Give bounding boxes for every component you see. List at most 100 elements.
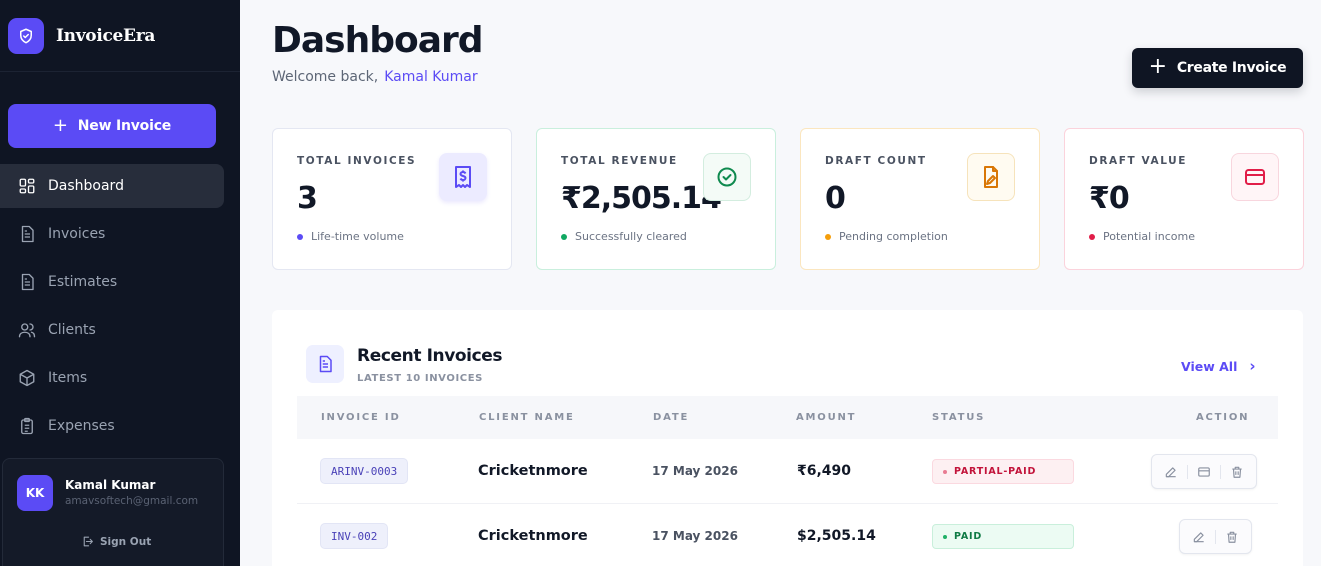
- stat-sub-text: Potential income: [1103, 230, 1195, 243]
- clipboard-icon: [21, 417, 33, 435]
- recent-invoices-panel: Recent Invoices LATEST 10 INVOICES View …: [272, 310, 1303, 566]
- stat-sub: Potential income: [1089, 230, 1195, 243]
- status-dot: [943, 534, 947, 539]
- panel-subtitle: LATEST 10 INVOICES: [357, 373, 483, 384]
- stat-sub: Pending completion: [825, 230, 948, 243]
- welcome-label: Welcome back,: [272, 69, 379, 85]
- document-icon: [21, 225, 34, 243]
- stat-card-total-invoices: TOTAL INVOICES 3 Life-time volume: [272, 128, 512, 270]
- column-header: CLIENT NAME: [479, 412, 575, 423]
- stat-sub-text: Successfully cleared: [575, 230, 687, 243]
- stat-sub: Successfully cleared: [561, 230, 687, 243]
- table-row[interactable]: INV-002 Cricketnmore 17 May 2026 $2,505.…: [297, 504, 1278, 566]
- panel-title: Recent Invoices: [357, 346, 503, 366]
- stat-card-draft-value: DRAFT VALUE ₹0 Potential income: [1064, 128, 1304, 270]
- user-card: KK Kamal Kumar amavsoftech@gmail.com Sig…: [2, 458, 224, 566]
- create-invoice-button[interactable]: + Create Invoice: [1132, 48, 1303, 88]
- sidebar-item-invoices[interactable]: Invoices: [0, 212, 224, 256]
- status-label: PARTIAL-PAID: [954, 466, 1037, 477]
- invoice-date: 17 May 2026: [652, 464, 738, 478]
- sidebar-item-items[interactable]: Items: [0, 356, 224, 400]
- status-dot: [825, 233, 831, 240]
- column-header: INVOICE ID: [321, 412, 401, 423]
- stat-sub-text: Life-time volume: [311, 230, 404, 243]
- document-icon: [21, 273, 34, 291]
- invoice-id[interactable]: INV-002: [320, 523, 389, 549]
- invoice-id[interactable]: ARINV-0003: [320, 458, 409, 484]
- new-invoice-button[interactable]: + New Invoice: [8, 104, 216, 148]
- stat-label: TOTAL INVOICES: [297, 155, 417, 167]
- avatar[interactable]: KK: [17, 475, 53, 511]
- sidebar-item-label: Dashboard: [48, 178, 124, 194]
- divider: [1215, 529, 1216, 544]
- stat-sub-text: Pending completion: [839, 230, 948, 243]
- stat-sub: Life-time volume: [297, 230, 404, 243]
- stat-label: TOTAL REVENUE: [561, 155, 678, 167]
- status-dot: [561, 233, 567, 240]
- sidebar-item-label: Estimates: [48, 274, 118, 290]
- stat-value: 3: [297, 181, 318, 216]
- document-icon: [306, 345, 344, 383]
- main-content: Dashboard Welcome back, Kamal Kumar + Cre…: [240, 0, 1321, 566]
- view-all-link[interactable]: View All ›: [1181, 357, 1256, 375]
- stat-label: DRAFT VALUE: [1089, 155, 1188, 167]
- row-actions: [1179, 519, 1252, 554]
- column-header: STATUS: [932, 412, 986, 423]
- logout-icon: [83, 536, 93, 547]
- invoice-date: 17 May 2026: [652, 529, 738, 543]
- column-header: ACTION: [1196, 412, 1250, 423]
- sidebar-item-label: Clients: [48, 322, 96, 338]
- status-dot: [943, 469, 947, 474]
- divider: [1220, 464, 1221, 479]
- status-label: PAID: [954, 531, 983, 542]
- sidebar-item-estimates[interactable]: Estimates: [0, 260, 224, 304]
- trash-icon[interactable]: [1227, 462, 1247, 482]
- table-row[interactable]: ARINV-0003 Cricketnmore 17 May 2026 ₹6,4…: [297, 439, 1278, 504]
- box-icon: [19, 369, 35, 387]
- stat-label: DRAFT COUNT: [825, 155, 927, 167]
- sidebar-item-label: Items: [48, 370, 88, 386]
- file-edit-icon: [967, 153, 1015, 201]
- client-name: Cricketnmore: [478, 528, 588, 544]
- plus-icon: +: [52, 114, 68, 136]
- sidebar-item-expenses[interactable]: Expenses: [0, 404, 224, 448]
- user-name: Kamal Kumar: [65, 478, 156, 492]
- sidebar-item-label: Expenses: [48, 418, 115, 434]
- new-invoice-label: New Invoice: [77, 118, 172, 134]
- status-badge: PARTIAL-PAID: [932, 459, 1074, 484]
- sidebar-item-label: Invoices: [48, 226, 106, 242]
- status-dot: [297, 233, 303, 240]
- table-header: INVOICE ID CLIENT NAME DATE AMOUNT STATU…: [297, 396, 1278, 439]
- brand[interactable]: InvoiceEra: [0, 0, 240, 72]
- row-actions: [1151, 454, 1257, 489]
- brand-name: InvoiceEra: [56, 25, 156, 46]
- status-dot: [1089, 233, 1095, 240]
- stat-value: ₹0: [1089, 181, 1130, 216]
- edit-icon[interactable]: [1161, 462, 1181, 482]
- sidebar-item-dashboard[interactable]: Dashboard: [0, 164, 224, 208]
- welcome-text: Welcome back, Kamal Kumar: [272, 69, 478, 85]
- card-icon: [1231, 153, 1279, 201]
- welcome-user-name: Kamal Kumar: [384, 69, 478, 85]
- client-name: Cricketnmore: [478, 463, 588, 479]
- page-title: Dashboard: [272, 20, 484, 61]
- payment-card-icon[interactable]: [1194, 462, 1214, 482]
- sidebar-item-clients[interactable]: Clients: [0, 308, 224, 352]
- shield-icon: [8, 17, 44, 54]
- stat-value: ₹2,505.14: [561, 181, 722, 216]
- users-icon: [18, 323, 36, 338]
- grid-icon: [19, 178, 35, 194]
- invoice-amount: ₹6,490: [797, 463, 852, 479]
- user-email: amavsoftech@gmail.com: [65, 495, 199, 507]
- sign-out-label: Sign Out: [100, 535, 152, 548]
- plus-icon: +: [1148, 54, 1167, 79]
- edit-icon[interactable]: [1189, 527, 1209, 547]
- sign-out-button[interactable]: Sign Out: [81, 535, 151, 548]
- invoice-amount: $2,505.14: [797, 528, 876, 544]
- trash-icon[interactable]: [1222, 527, 1242, 547]
- create-invoice-label: Create Invoice: [1176, 60, 1287, 76]
- view-all-label: View All: [1181, 358, 1238, 374]
- status-badge: PAID: [932, 524, 1074, 549]
- sidebar: InvoiceEra + New Invoice Dashboard Invoi…: [0, 0, 240, 566]
- stat-card-total-revenue: TOTAL REVENUE ₹2,505.14 Successfully cle…: [536, 128, 776, 270]
